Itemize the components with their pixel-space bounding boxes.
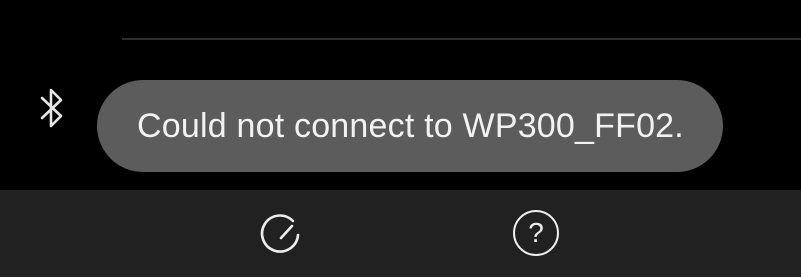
help-button[interactable]: ? — [513, 210, 563, 260]
bluetooth-icon — [40, 88, 63, 128]
bottom-nav-bar: ? — [0, 190, 801, 277]
error-toast: Could not connect to WP300_FF02. — [97, 80, 723, 172]
toast-message: Could not connect to WP300_FF02. — [137, 106, 684, 145]
divider — [122, 38, 801, 40]
refresh-icon — [260, 214, 300, 253]
screen: Could not connect to WP300_FF02. ? — [0, 0, 801, 277]
refresh-button[interactable] — [257, 210, 307, 260]
help-icon: ? — [513, 210, 559, 256]
